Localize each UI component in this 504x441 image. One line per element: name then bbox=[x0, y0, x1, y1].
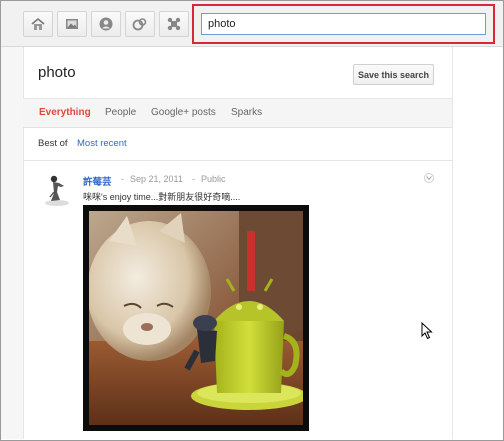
right-panel bbox=[452, 47, 503, 439]
divider bbox=[23, 160, 452, 161]
post-date[interactable]: Sep 21, 2011 bbox=[130, 174, 183, 184]
save-search-button[interactable]: Save this search bbox=[353, 64, 434, 85]
profile-button[interactable] bbox=[91, 11, 121, 37]
post-text: 咪咪's enjoy time...對新朋友很好奇嘀.... bbox=[83, 192, 241, 202]
photo bbox=[89, 211, 303, 425]
avatar[interactable] bbox=[40, 172, 74, 208]
circles-icon bbox=[132, 18, 147, 31]
tab-everything[interactable]: Everything bbox=[39, 107, 91, 118]
games-button[interactable] bbox=[159, 11, 189, 37]
post-author[interactable]: 許莓芸 bbox=[83, 174, 112, 188]
post-visibility[interactable]: Public bbox=[201, 174, 226, 184]
left-gutter bbox=[1, 47, 24, 439]
meta-separator: - bbox=[192, 174, 195, 184]
tab-people[interactable]: People bbox=[105, 107, 136, 118]
tab-google-plus-posts[interactable]: Google+ posts bbox=[151, 107, 216, 118]
search-tabs: Everything People Google+ posts Sparks bbox=[23, 98, 452, 128]
post-photo[interactable] bbox=[83, 205, 309, 431]
profile-icon bbox=[99, 17, 113, 31]
meta-separator: - bbox=[121, 174, 124, 184]
tab-sparks[interactable]: Sparks bbox=[231, 107, 262, 118]
home-button[interactable] bbox=[23, 11, 53, 37]
home-icon bbox=[31, 17, 45, 30]
photos-icon bbox=[66, 19, 78, 29]
chevron-down-icon bbox=[426, 176, 432, 181]
search-input[interactable] bbox=[201, 13, 486, 35]
page-title: photo bbox=[38, 64, 76, 81]
filter-label: Best of bbox=[38, 138, 68, 149]
mouse-cursor-icon bbox=[421, 322, 433, 340]
games-icon bbox=[167, 17, 181, 31]
top-bar bbox=[1, 1, 503, 47]
photos-button[interactable] bbox=[57, 11, 87, 37]
circles-button[interactable] bbox=[125, 11, 155, 37]
most-recent-link[interactable]: Most recent bbox=[77, 138, 127, 149]
post-options-button[interactable] bbox=[424, 173, 434, 183]
